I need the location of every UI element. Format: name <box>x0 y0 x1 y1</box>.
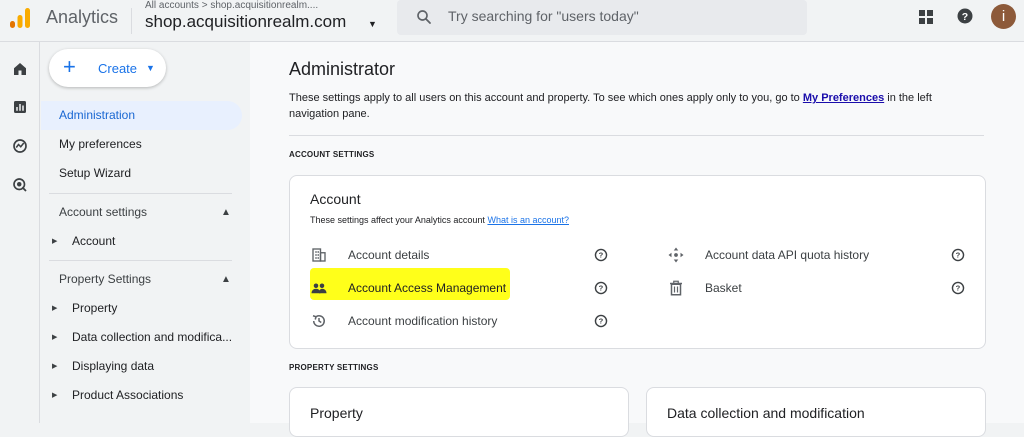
account-card-subtitle: These settings affect your Analytics acc… <box>310 215 569 225</box>
app-title: Analytics <box>46 7 119 27</box>
help-circle-icon[interactable]: ? <box>594 281 608 295</box>
account-card-title: Account <box>310 191 361 207</box>
sidebar-item-account[interactable]: ▶ Account <box>41 227 249 256</box>
people-icon <box>311 283 327 294</box>
apps-grid-icon[interactable] <box>918 9 934 25</box>
section-label: Account settings <box>59 205 148 219</box>
sidebar-divider <box>49 260 232 261</box>
caret-down-icon: ▼ <box>146 63 155 73</box>
search-bar[interactable]: Try searching for "users today" <box>397 0 807 35</box>
main-content: Administrator These settings apply to al… <box>250 42 1024 437</box>
create-label: Create <box>98 61 138 76</box>
account-card: Account These settings affect your Analy… <box>289 175 986 349</box>
data-collection-card[interactable]: Data collection and modification <box>646 387 986 437</box>
account-details-link[interactable]: Account details <box>348 248 429 262</box>
svg-text:?: ? <box>599 284 604 293</box>
intro-text: These settings apply to all users on thi… <box>289 90 979 122</box>
what-is-account-link[interactable]: What is an account? <box>487 215 569 225</box>
advertising-icon[interactable] <box>11 176 29 194</box>
section-account-settings[interactable]: Account settings ▲ <box>41 198 242 227</box>
reports-icon[interactable] <box>11 98 29 116</box>
help-circle-icon[interactable]: ? <box>594 248 608 262</box>
tree-label: Data collection and modifica... <box>72 330 233 344</box>
expand-triangle-icon: ▶ <box>52 363 58 370</box>
search-icon <box>417 10 431 24</box>
header-divider <box>131 8 132 34</box>
sidebar-divider <box>49 193 232 194</box>
property-card[interactable]: Property <box>289 387 629 437</box>
left-rail <box>0 42 40 423</box>
tree-label: Property <box>72 301 118 315</box>
sidebar-item-administration[interactable]: Administration <box>41 101 242 130</box>
building-icon <box>312 248 326 262</box>
create-button[interactable]: + Create ▼ <box>49 49 166 87</box>
property-card-title: Property <box>310 405 363 421</box>
sidebar: + Create ▼ Administration My preferences… <box>41 42 249 423</box>
move-arrows-icon <box>668 247 684 263</box>
svg-text:?: ? <box>599 251 604 260</box>
account-settings-heading: ACCOUNT SETTINGS <box>289 150 375 159</box>
data-collection-card-title: Data collection and modification <box>667 405 865 421</box>
account-data-api-quota-history-link[interactable]: Account data API quota history <box>705 248 869 262</box>
chevron-up-icon: ▲ <box>221 274 231 285</box>
section-property-settings[interactable]: Property Settings ▲ <box>41 265 242 294</box>
help-circle-icon[interactable]: ? <box>594 314 608 328</box>
page-title: Administrator <box>289 59 396 79</box>
explore-icon[interactable] <box>11 137 29 155</box>
sidebar-item-data-collection[interactable]: ▶ Data collection and modifica... <box>41 323 249 352</box>
avatar[interactable]: i <box>991 4 1016 29</box>
property-selector[interactable]: shop.acquisitionrealm.com <box>145 12 346 32</box>
svg-text:?: ? <box>956 284 961 293</box>
account-access-management-link[interactable]: Account Access Management <box>348 281 506 295</box>
expand-triangle-icon: ▶ <box>52 392 58 399</box>
plus-icon: + <box>63 54 76 79</box>
sidebar-item-my-preferences[interactable]: My preferences <box>41 130 242 159</box>
breadcrumb[interactable]: All accounts > shop.acquisitionrealm.... <box>145 0 318 11</box>
svg-text:?: ? <box>599 317 604 326</box>
sidebar-item-property[interactable]: ▶ Property <box>41 294 249 323</box>
tree-label: Account <box>72 234 116 248</box>
account-modification-history-link[interactable]: Account modification history <box>348 314 497 328</box>
sidebar-item-displaying-data[interactable]: ▶ Displaying data <box>41 352 249 381</box>
top-bar: Analytics All accounts > shop.acquisitio… <box>0 0 1024 42</box>
help-circle-icon[interactable]: ? <box>951 281 965 295</box>
expand-triangle-icon: ▶ <box>52 334 58 341</box>
help-icon[interactable]: ? <box>956 7 974 25</box>
trash-icon <box>670 280 682 296</box>
expand-triangle-icon: ▶ <box>52 238 58 245</box>
intro-text-start: These settings apply to all users on thi… <box>289 92 800 104</box>
home-icon[interactable] <box>11 60 29 78</box>
svg-text:?: ? <box>962 11 968 23</box>
tree-label: Product Associations <box>72 388 184 402</box>
property-settings-heading: PROPERTY SETTINGS <box>289 363 379 372</box>
svg-text:?: ? <box>956 251 961 260</box>
sidebar-item-product-associations[interactable]: ▶ Product Associations <box>41 381 249 410</box>
chevron-down-icon[interactable]: ▼ <box>368 19 377 29</box>
history-icon <box>312 315 325 327</box>
section-divider <box>289 135 984 136</box>
subtitle-text: These settings affect your Analytics acc… <box>310 215 485 225</box>
help-circle-icon[interactable]: ? <box>951 248 965 262</box>
my-preferences-link[interactable]: My Preferences <box>803 92 884 104</box>
analytics-logo-icon[interactable] <box>8 6 32 30</box>
expand-triangle-icon: ▶ <box>52 305 58 312</box>
basket-link[interactable]: Basket <box>705 281 742 295</box>
search-placeholder: Try searching for "users today" <box>448 8 639 24</box>
sidebar-item-setup-wizard[interactable]: Setup Wizard <box>41 159 242 188</box>
section-label: Property Settings <box>59 272 152 286</box>
tree-label: Displaying data <box>72 359 155 373</box>
chevron-up-icon: ▲ <box>221 207 231 218</box>
